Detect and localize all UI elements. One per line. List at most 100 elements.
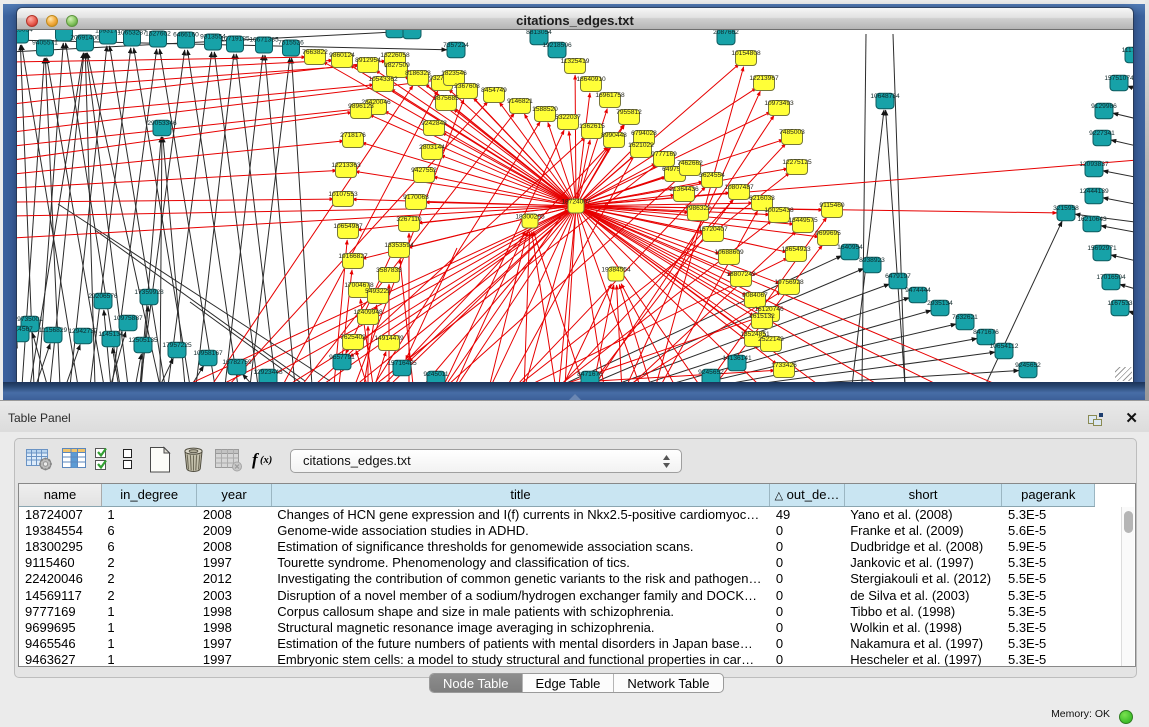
svg-text:18640910: 18640910 (576, 76, 606, 83)
svg-text:13654923: 13654923 (781, 246, 811, 253)
svg-text:9245011: 9245011 (423, 371, 449, 378)
svg-text:12213363: 12213363 (331, 162, 361, 169)
svg-text:18807249: 18807249 (726, 271, 756, 278)
svg-text:9245652: 9245652 (1015, 362, 1041, 369)
svg-text:18724007: 18724007 (561, 198, 591, 205)
svg-text:12093837: 12093837 (1079, 161, 1109, 168)
svg-text:29053346: 29053346 (147, 120, 177, 127)
svg-text:8471676: 8471676 (973, 329, 999, 336)
svg-text:5493222: 5493222 (365, 288, 391, 295)
svg-text:(x): (x) (260, 455, 272, 466)
svg-text:9084067: 9084067 (742, 292, 768, 299)
svg-text:15751074: 15751074 (1104, 75, 1133, 82)
svg-text:9914567: 9914567 (17, 326, 33, 333)
svg-text:2255712: 2255712 (51, 30, 77, 32)
svg-text:10654112: 10654112 (990, 343, 1019, 350)
svg-text:12275125: 12275125 (782, 159, 812, 166)
svg-text:7357224: 7357224 (443, 42, 469, 49)
svg-text:13353594: 13353594 (384, 242, 414, 249)
svg-text:6216033: 6216033 (749, 195, 775, 202)
svg-text:10653287: 10653287 (117, 30, 147, 37)
svg-text:16671385: 16671385 (249, 37, 279, 44)
svg-text:1362615: 1362615 (579, 123, 605, 130)
svg-text:10688609: 10688609 (714, 249, 744, 256)
svg-text:6794028: 6794028 (631, 130, 657, 137)
svg-text:6479197: 6479197 (885, 273, 911, 280)
svg-text:1733426: 1733426 (771, 362, 797, 369)
svg-text:14136141: 14136141 (722, 355, 752, 362)
svg-text:9657791: 9657791 (329, 354, 355, 361)
svg-text:f: f (252, 450, 260, 469)
svg-text:3215958: 3215958 (1053, 205, 1079, 212)
svg-text:21364436: 21364436 (669, 186, 699, 193)
svg-text:19384554: 19384554 (601, 266, 631, 273)
svg-text:3624554: 3624554 (699, 172, 725, 179)
svg-text:1167533: 1167533 (1107, 300, 1133, 307)
svg-text:9129986: 9129986 (1091, 103, 1117, 110)
svg-text:7515526: 7515526 (278, 40, 304, 47)
svg-text:11325419: 11325419 (561, 58, 590, 65)
svg-text:15692971: 15692971 (1087, 245, 1117, 252)
svg-text:3587833: 3587833 (376, 267, 402, 274)
svg-text:19218506: 19218506 (542, 42, 572, 49)
svg-text:15720407: 15720407 (698, 226, 728, 233)
svg-text:8313054: 8313054 (17, 30, 33, 34)
svg-text:8454749: 8454749 (481, 87, 507, 94)
svg-text:1827509: 1827509 (384, 62, 410, 69)
svg-text:12505135: 12505135 (128, 337, 158, 344)
svg-text:20206576: 20206576 (88, 293, 118, 300)
svg-text:9115460: 9115460 (819, 202, 845, 209)
svg-text:10975887: 10975887 (113, 315, 143, 322)
svg-text:10025438: 10025438 (764, 207, 794, 214)
svg-text:10543362: 10543362 (368, 76, 398, 83)
svg-text:8813054: 8813054 (526, 30, 552, 36)
svg-text:12923448: 12923448 (253, 369, 283, 376)
svg-text:2087662: 2087662 (713, 30, 739, 36)
svg-text:11156829: 11156829 (39, 327, 68, 334)
svg-text:9474444: 9474444 (905, 287, 931, 294)
svg-text:9405571: 9405571 (32, 40, 58, 47)
svg-text:7625402: 7625402 (340, 334, 366, 341)
svg-text:10807487: 10807487 (724, 184, 754, 191)
svg-text:1640954: 1640954 (837, 244, 863, 251)
svg-text:3267110: 3267110 (396, 216, 422, 223)
svg-text:10648784: 10648784 (870, 93, 900, 100)
svg-text:10154808: 10154808 (731, 50, 761, 57)
svg-text:10973493: 10973493 (764, 100, 794, 107)
svg-text:19166827: 19166827 (338, 253, 368, 260)
svg-text:17016504: 17016504 (1096, 274, 1126, 281)
svg-text:2803144: 2803144 (419, 144, 445, 151)
svg-text:2522143: 2522143 (758, 336, 784, 343)
svg-text:19756928: 19756928 (774, 279, 804, 286)
svg-text:1588520: 1588520 (532, 106, 558, 113)
svg-text:9896123: 9896123 (348, 103, 374, 110)
svg-text:12444139: 12444139 (1079, 188, 1109, 195)
svg-text:7462662: 7462662 (677, 160, 703, 167)
svg-text:5322037: 5322037 (555, 114, 581, 121)
svg-text:10107553: 10107553 (328, 191, 358, 198)
svg-text:15716485: 15716485 (387, 360, 417, 367)
svg-text:8471676: 8471676 (577, 371, 603, 378)
svg-text:7632621: 7632621 (952, 314, 978, 321)
svg-text:1145134: 1145134 (98, 331, 124, 338)
svg-text:20691406: 20691406 (70, 35, 100, 42)
svg-text:12942737: 12942737 (68, 328, 98, 335)
svg-text:9227341: 9227341 (1089, 130, 1115, 137)
svg-text:9170063: 9170063 (403, 194, 429, 201)
svg-text:7986322: 7986322 (685, 205, 711, 212)
svg-text:8938923: 8938923 (859, 257, 885, 264)
svg-text:8912954: 8912954 (355, 57, 381, 64)
svg-text:1823546: 1823546 (441, 70, 467, 77)
svg-text:14914479: 14914479 (374, 335, 404, 342)
svg-text:2935134: 2935134 (927, 300, 953, 307)
svg-text:16961758: 16961758 (595, 92, 625, 99)
svg-text:1615132: 1615132 (749, 313, 775, 320)
svg-text:13449575: 13449575 (788, 217, 818, 224)
svg-text:10654987: 10654987 (333, 223, 363, 230)
svg-text:17957225: 17957225 (162, 342, 192, 349)
svg-text:17359928: 17359928 (134, 289, 164, 296)
svg-text:6466160: 6466160 (173, 32, 199, 39)
svg-text:13226058: 13226058 (380, 52, 410, 59)
svg-text:7955812: 7955812 (616, 109, 642, 116)
svg-text:9777169: 9777169 (651, 151, 677, 158)
